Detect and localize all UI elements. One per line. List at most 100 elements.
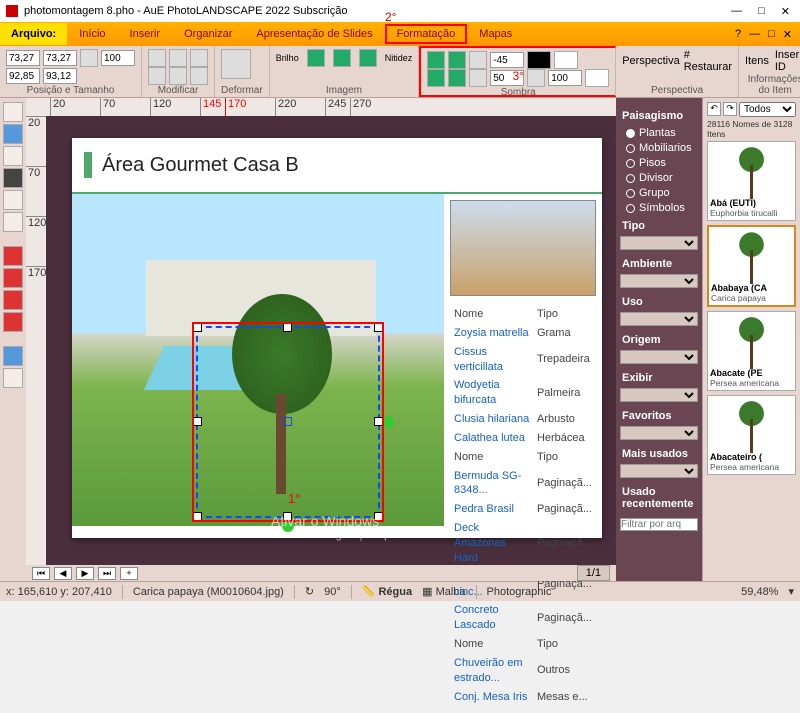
mask-icon[interactable] [190, 67, 208, 85]
shadow-icon2[interactable] [448, 51, 466, 69]
shadow-c-input[interactable]: 100 [548, 70, 582, 86]
filter-search-input[interactable] [620, 518, 698, 531]
pos-x-input[interactable]: 73,27 [6, 50, 40, 66]
shape-tool-b[interactable] [3, 212, 23, 232]
rotate-handle-s[interactable] [282, 520, 294, 532]
handle-w[interactable] [193, 417, 202, 426]
shadow-icon4[interactable] [427, 69, 445, 87]
hand-tool[interactable] [3, 124, 23, 144]
eyedropper-tool[interactable] [3, 346, 23, 366]
lib-filter-select[interactable]: Todos [739, 102, 796, 117]
flip-v-icon[interactable] [169, 49, 187, 67]
handle-se[interactable] [374, 512, 383, 521]
rotate-r-icon[interactable] [148, 67, 166, 85]
inserir-id-button[interactable]: Inserir ID [775, 49, 800, 73]
pos-y-input[interactable]: 92,85 [6, 68, 40, 84]
tint3-icon[interactable] [359, 49, 377, 67]
perspective-button[interactable]: Perspectiva [622, 55, 679, 67]
menu-mapas[interactable]: Mapas [467, 24, 524, 44]
shadow-swatch3[interactable] [585, 69, 609, 87]
menu-slides[interactable]: Apresentação de Slides [244, 24, 384, 44]
handle-ne[interactable] [374, 323, 383, 332]
mais-select[interactable] [620, 464, 698, 478]
library-card[interactable]: +i? Ababaya (CA Carica papaya [707, 225, 796, 307]
radio-simbolos[interactable]: Símbolos [626, 202, 698, 214]
rect-tool[interactable] [3, 246, 23, 266]
shape-tool-a[interactable] [3, 190, 23, 210]
lib-back-button[interactable]: ↶ [707, 102, 721, 116]
rotate-l-icon[interactable] [190, 49, 208, 67]
move-tool[interactable] [3, 146, 23, 166]
radio-divisor[interactable]: Divisor [626, 172, 698, 184]
path-tool[interactable] [3, 312, 23, 332]
tipo-select[interactable] [620, 236, 698, 250]
zoom-tool[interactable] [3, 168, 23, 188]
ambiente-select[interactable] [620, 274, 698, 288]
favoritos-select[interactable] [620, 426, 698, 440]
shadow-angle-input[interactable]: -45 [490, 52, 524, 68]
width-input[interactable]: 73,27 [43, 50, 77, 66]
line-tool[interactable] [3, 290, 23, 310]
deform-preview[interactable] [221, 49, 251, 79]
uso-select[interactable] [620, 312, 698, 326]
zoom-dropdown-icon[interactable]: ▾ [788, 585, 794, 598]
menu-formatacao[interactable]: Formatação [385, 24, 468, 44]
library-card[interactable]: +i? Abá (EUTI) Euphorbia tirucalli [707, 141, 796, 221]
photo-thumbnail[interactable] [450, 200, 596, 296]
tint2-icon[interactable] [333, 49, 351, 67]
shadow-icon6[interactable] [469, 69, 487, 87]
restore-button[interactable]: # Restaurar [684, 49, 732, 73]
bucket-tool[interactable] [3, 368, 23, 388]
tint1-icon[interactable] [307, 49, 325, 67]
add-page-button[interactable]: + [120, 567, 138, 580]
canvas-3d[interactable]: 1° [72, 194, 444, 526]
shadow-icon1[interactable] [427, 51, 445, 69]
shadow-swatch2[interactable] [554, 51, 578, 69]
zoom-indicator[interactable]: 59,48% [741, 586, 778, 598]
prev-page-button[interactable]: ◀ [54, 567, 72, 580]
maximize-button[interactable]: □ [758, 5, 765, 18]
close-button[interactable]: ✕ [781, 5, 790, 18]
menu-organizar[interactable]: Organizar [172, 24, 244, 44]
last-page-button[interactable]: ⏭ [98, 567, 116, 580]
shadow-icon3[interactable] [469, 51, 487, 69]
menu-file[interactable]: Arquivo: [0, 23, 67, 45]
handle-sw[interactable] [193, 512, 202, 521]
lib-fwd-button[interactable]: ↷ [723, 102, 737, 116]
shadow-swatch1[interactable] [527, 51, 551, 69]
height-input[interactable]: 93,12 [43, 68, 77, 84]
handle-nw[interactable] [193, 323, 202, 332]
exibir-select[interactable] [620, 388, 698, 402]
minimize-ribbon-icon[interactable]: — [749, 28, 760, 41]
help-icon[interactable]: ? [735, 28, 741, 41]
lock-aspect-icon[interactable] [80, 49, 98, 67]
next-page-button[interactable]: ▶ [76, 567, 94, 580]
center-handle[interactable] [283, 417, 292, 426]
shadow-icon7[interactable] [527, 69, 545, 87]
radio-pisos[interactable]: Pisos [626, 157, 698, 169]
cursor-tool[interactable] [3, 102, 23, 122]
page[interactable]: Área Gourmet Casa B [72, 138, 602, 538]
page-indicator[interactable]: 1/1 [577, 565, 610, 581]
minimize-button[interactable]: — [731, 5, 742, 18]
shadow-icon5[interactable] [448, 69, 466, 87]
crop-icon[interactable] [169, 67, 187, 85]
itens-button[interactable]: Itens [745, 55, 769, 67]
first-page-button[interactable]: ⏮ [32, 567, 50, 580]
scale-input[interactable]: 100 [101, 50, 135, 66]
close-doc-icon[interactable]: ✕ [783, 28, 792, 41]
rotate-handle-e[interactable] [382, 416, 394, 428]
menu-inicio[interactable]: Início [67, 24, 117, 44]
ellipse-tool[interactable] [3, 268, 23, 288]
menu-inserir[interactable]: Inserir [118, 24, 173, 44]
radio-grupo[interactable]: Grupo [626, 187, 698, 199]
origem-select[interactable] [620, 350, 698, 364]
radio-plantas[interactable]: Plantas [626, 127, 698, 139]
selection-box[interactable] [196, 326, 380, 518]
library-card[interactable]: +i? Abacate (PE Persea americana [707, 311, 796, 391]
flip-h-icon[interactable] [148, 49, 166, 67]
restore-icon[interactable]: □ [768, 28, 775, 41]
handle-n[interactable] [283, 323, 292, 332]
library-card[interactable]: +i? Abacateiro ( Persea americana [707, 395, 796, 475]
radio-mobiliarios[interactable]: Mobiliarios [626, 142, 698, 154]
